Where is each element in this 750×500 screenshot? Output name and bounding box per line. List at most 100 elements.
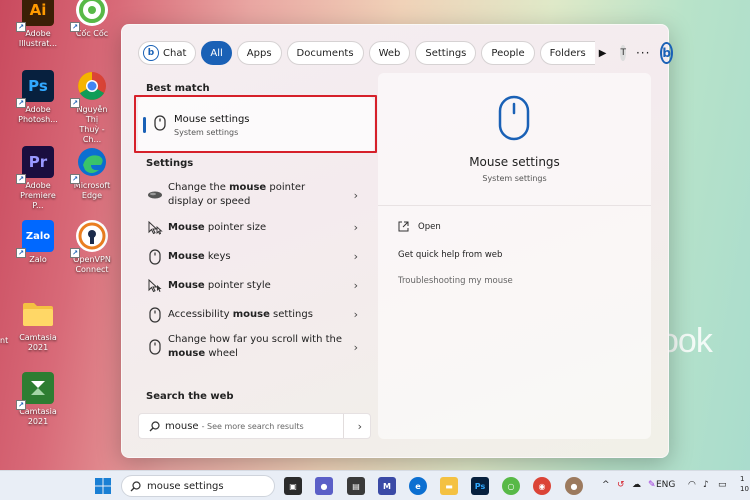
volume-icon[interactable]: ♪ [703, 480, 709, 490]
desktop-icon-label: Camtasia 2021 [19, 333, 57, 352]
photoshop-taskbar-icon[interactable]: Ps [471, 477, 489, 495]
bing-icon[interactable]: b [660, 42, 673, 64]
detail-title: Mouse settings [469, 155, 560, 169]
pointer-size-icon [142, 220, 168, 235]
chrome-taskbar-icon[interactable]: ◉ [533, 477, 551, 495]
mouse-keys-icon [142, 248, 168, 265]
language-indicator[interactable]: ENG [656, 480, 675, 490]
desktop-icon-label: Adobe Premiere P... [20, 181, 56, 210]
filter-apps[interactable]: Apps [236, 41, 282, 65]
list-item[interactable]: Mouse keys › [138, 242, 374, 271]
chevron-right-icon[interactable]: › [354, 189, 358, 202]
edge-taskbar-icon[interactable]: e [409, 477, 427, 495]
filter-documents[interactable]: Documents [286, 41, 364, 65]
web-query-hint: - See more search results [201, 421, 304, 431]
wifi-icon[interactable]: ◠ [688, 480, 696, 490]
item-text: wheel [205, 348, 238, 359]
search-icon [130, 480, 141, 492]
item-text: pointer style [204, 279, 271, 291]
quick-help-link[interactable]: Get quick help from web [398, 250, 502, 260]
chevron-right-icon[interactable]: › [354, 221, 358, 234]
pointer-style-icon [142, 278, 168, 293]
battery-icon[interactable]: ▭ [718, 480, 727, 490]
desktop-icon-photoshop[interactable]: Ps ↗ Adobe Photosh... [16, 70, 60, 125]
teams-chat-icon[interactable]: ● [315, 477, 333, 495]
mouse-large-icon [498, 95, 530, 145]
list-item[interactable]: Accessibility mouse settings › [138, 300, 374, 329]
windows-start-icon[interactable] [94, 477, 112, 495]
desktop-icon-edge[interactable]: ↗ Microsoft Edge [70, 146, 114, 201]
tray-pen-icon[interactable]: ✎ [648, 480, 656, 490]
openvpn-icon: ↗ [70, 220, 108, 258]
chevron-right-icon[interactable]: › [358, 420, 362, 433]
more-options-icon[interactable]: ··· [636, 46, 650, 60]
settings-results-list: Change the mouse pointer display or spee… [138, 177, 374, 365]
list-item[interactable]: Mouse pointer size › [138, 213, 374, 242]
tray-cloud-icon[interactable]: ☁ [632, 480, 641, 490]
chevron-right-icon[interactable]: › [354, 341, 358, 354]
widget-app-icon[interactable]: ▤ [347, 477, 365, 495]
desktop-icon-coccoc[interactable]: ↗ Cốc Cốc [70, 0, 114, 39]
taskbar: mouse settings ▣ ● ▤ M e ▬ Ps ○ ◉ ● ^ ↺ … [0, 470, 750, 500]
folder-icon [22, 298, 54, 330]
desktop-icon-camtasia[interactable]: ↗ Camtasia 2021 [16, 372, 60, 427]
desktop-icon-illustrator[interactable]: Ai ↗ Adobe Illustrat... [16, 0, 60, 49]
detail-divider [378, 205, 651, 206]
user-avatar[interactable]: T [620, 45, 626, 61]
item-text-bold: Mouse [168, 279, 205, 291]
coccoc-taskbar-icon[interactable]: ○ [502, 477, 520, 495]
bing-chat-icon: b [143, 45, 159, 61]
desktop-icon-zalo[interactable]: Zalo ↗ Zalo [16, 220, 60, 265]
play-arrow-icon[interactable]: ▶ [599, 48, 607, 59]
open-action-label: Open [418, 221, 441, 232]
filter-chat[interactable]: b Chat [138, 41, 197, 65]
desktop-icon-label: Adobe Photosh... [18, 105, 58, 124]
file-explorer-icon[interactable]: ▬ [440, 477, 458, 495]
desktop-icon-openvpn[interactable]: ↗ OpenVPN Connect [70, 220, 114, 275]
desktop-icon-premiere[interactable]: Pr ↗ Adobe Premiere P... [16, 146, 60, 211]
list-item[interactable]: Change how far you scroll with the mouse… [138, 329, 374, 365]
item-text: settings [269, 308, 313, 320]
filter-all[interactable]: All [201, 41, 232, 65]
item-text: Change the [168, 182, 230, 193]
edge-icon: ↗ [70, 146, 108, 184]
chevron-right-icon[interactable]: › [354, 279, 358, 292]
coccoc-icon: ↗ [70, 0, 108, 32]
item-text-bold: mouse [229, 182, 267, 193]
web-search-result[interactable]: mouse - See more search results › [138, 413, 371, 439]
chrome-profile-taskbar-icon[interactable]: ● [565, 477, 583, 495]
item-text-bold: mouse [168, 348, 206, 359]
chevron-right-icon[interactable]: › [354, 308, 358, 321]
list-item[interactable]: Mouse pointer style › [138, 271, 374, 300]
scroll-wheel-icon [142, 339, 168, 355]
accessibility-mouse-icon [142, 306, 168, 323]
desktop-icon-label: Nguyễn Thị Thuỳ - Ch... [76, 105, 108, 144]
tray-app-icon[interactable]: ↺ [617, 480, 625, 490]
filter-folders[interactable]: Folders [539, 41, 595, 65]
item-text: Accessibility [168, 308, 233, 320]
filter-people[interactable]: People [481, 41, 535, 65]
filter-web[interactable]: Web [368, 41, 411, 65]
item-text: pointer size [204, 221, 267, 233]
cropped-desktop-label: nt [0, 336, 9, 345]
taskbar-search-box[interactable]: mouse settings [121, 475, 275, 497]
item-text: Change how far you scroll with the [168, 334, 343, 345]
desktop-icon-label: OpenVPN Connect [73, 255, 111, 274]
clock[interactable]: 1 10 [740, 474, 749, 494]
premiere-icon: Pr ↗ [16, 146, 54, 184]
desktop-icon-label: Adobe Illustrat... [18, 29, 58, 48]
troubleshoot-link[interactable]: Troubleshooting my mouse [398, 276, 513, 286]
pointer-speed-icon [142, 190, 168, 200]
filter-settings[interactable]: Settings [415, 41, 477, 65]
open-action[interactable]: Open [398, 221, 441, 232]
chevron-up-icon[interactable]: ^ [602, 480, 610, 490]
desktop-icon-chrome-profile[interactable]: ↗ Nguyễn Thị Thuỳ - Ch... [70, 70, 114, 145]
item-text-bold: Mouse [168, 221, 205, 233]
app-m-icon[interactable]: M [378, 477, 396, 495]
desktop-icon-camtasia-folder[interactable]: Camtasia 2021 [16, 298, 60, 353]
list-item[interactable]: Change the mouse pointer display or spee… [138, 177, 374, 213]
chevron-right-icon[interactable]: › [354, 250, 358, 263]
filter-chat-label: Chat [163, 47, 187, 59]
desktop-icon-label: Microsoft Edge [73, 181, 111, 200]
task-view-icon[interactable]: ▣ [284, 477, 302, 495]
